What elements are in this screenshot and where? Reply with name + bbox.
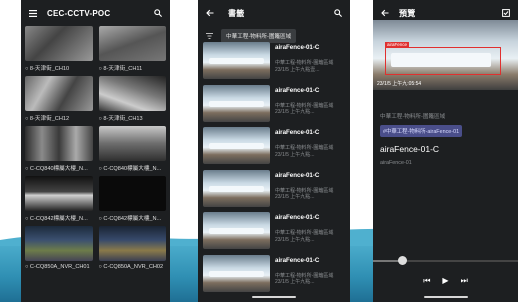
bookmark-thumbnail[interactable] — [203, 127, 270, 164]
camera-label: ○ C-CQ850A_NVR_CH02 — [98, 264, 164, 270]
item-time: 23/1/5 上午九點... — [275, 279, 315, 285]
item-name: airaFence-01-C — [275, 129, 320, 136]
play-icon[interactable]: ▶ — [442, 276, 448, 286]
camera-tile[interactable]: ○ C-CQ850A_NVR_CH02 — [98, 226, 166, 272]
camera-label: ○ 8-天津街_CH11 — [98, 66, 143, 72]
event-site: 中華工程-物料所-圍籬區域 — [380, 114, 446, 120]
bookmark-thumbnail[interactable] — [203, 254, 270, 292]
camera-thumbnail[interactable] — [98, 176, 166, 211]
camera-label: ○ C-CQ840標屬大樓_N... — [98, 166, 162, 172]
camera-thumbnail[interactable] — [98, 126, 166, 161]
item-time: 23/1/5 上午九點壹... — [275, 66, 320, 73]
phone-bookmarks: 書籤 中華工程-物料所-圍籬區域 airaFence-01-C 中華工程-物料所-… — [198, 0, 350, 302]
item-name: airaFence-01-C — [275, 214, 320, 221]
page-title: 書籤 — [228, 8, 245, 18]
previous-icon[interactable]: ⏮ — [423, 276, 430, 286]
nav-handle[interactable] — [252, 296, 296, 298]
camera-thumbnail[interactable] — [25, 26, 93, 61]
bookmark-icon[interactable] — [502, 9, 510, 17]
slider-knob[interactable] — [397, 256, 407, 265]
list-item[interactable]: airaFence-01-C 中華工程-物料所-圍籬區域 23/1/5 上午九點..… — [203, 169, 346, 213]
item-name: airaFence-01-C — [275, 86, 320, 94]
app-bar: CEC-CCTV-POC — [21, 0, 170, 26]
camera-label: ○ C-CQ842標屬大樓_N... — [98, 216, 162, 222]
bookmark-thumbnail[interactable] — [203, 169, 270, 207]
bookmark-thumbnail[interactable] — [203, 42, 270, 79]
filter-chip[interactable]: 中華工程-物料所-圍籬區域 — [221, 29, 297, 43]
camera-tile[interactable]: ○ C-CQ850A_NVR_CH01 — [25, 226, 93, 272]
camera-tile[interactable]: ○ 8-天津街_CH11 — [98, 26, 166, 74]
camera-tile[interactable]: ○ C-CQ842標屬大樓_N... — [98, 176, 166, 224]
playback-controls: ⏮ ▶ ⏭ — [373, 276, 518, 286]
camera-label: ○ C-CQ842標屬大樓_N... — [25, 216, 88, 222]
app-bar: 書籤 — [198, 0, 350, 26]
camera-label: ○ 8-天津街_CH13 — [98, 116, 143, 122]
bookmark-thumbnail[interactable] — [203, 84, 270, 122]
camera-label: ○ C-CQ840標屬大樓_N... — [25, 166, 88, 172]
event-device: airaFence-01 — [380, 160, 412, 166]
list-item[interactable]: airaFence-01-C 中華工程-物料所-圍籬區域 23/1/5 上午九點..… — [203, 212, 346, 255]
camera-tile[interactable]: ○ 8-天津街_CH12 — [25, 76, 93, 124]
event-tag[interactable]: #中華工程-物料所-airaFence-01 — [380, 125, 463, 137]
search-icon[interactable] — [334, 9, 342, 17]
camera-tile[interactable]: ○ C-CQ842標屬大樓_N... — [25, 176, 93, 224]
page-title: 預覽 — [399, 8, 416, 18]
menu-icon[interactable] — [29, 9, 37, 17]
list-item[interactable]: airaFence-01-C 中華工程-物料所-圍籬區域 23/1/5 上午九點..… — [203, 84, 346, 128]
camera-label: ○ 8-天津街_CH12 — [25, 116, 70, 122]
list-item[interactable]: airaFence-01-C 中華工程-物料所-圍籬區域 23/1/5 上午九點..… — [203, 254, 346, 298]
list-item[interactable]: airaFence-01-C 中華工程-物料所-圍籬區域 23/1/5 上午九點..… — [203, 127, 346, 170]
page-title: CEC-CCTV-POC — [47, 8, 111, 18]
back-arrow-icon[interactable] — [381, 9, 389, 17]
event-details: 中華工程-物料所-圍籬區域 #中華工程-物料所-airaFence-01 air… — [380, 94, 514, 166]
search-icon[interactable] — [154, 9, 162, 17]
item-time: 23/1/5 上午九點... — [275, 236, 315, 243]
list-item[interactable]: airaFence-01-C 中華工程-物料所-圍籬區域 23/1/5 上午九點壹.… — [203, 42, 346, 85]
camera-tile[interactable]: ○ 8-天津街_CH13 — [98, 76, 166, 124]
camera-thumbnail[interactable] — [25, 126, 93, 161]
item-time: 23/1/5 上午九點... — [275, 109, 315, 115]
detection-box — [385, 47, 501, 75]
phone-preview: 預覽 airaFence 23/1/5 上午九:05:54 中華工程-物料所-圍… — [373, 0, 518, 302]
camera-label: ○ 8-天津街_CH10 — [25, 66, 70, 72]
nav-handle[interactable] — [423, 296, 468, 298]
item-time: 23/1/5 上午九點... — [275, 194, 315, 200]
camera-label: ○ C-CQ850A_NVR_CH01 — [25, 264, 90, 270]
camera-thumbnail[interactable] — [98, 76, 166, 111]
bookmark-list: airaFence-01-C 中華工程-物料所-圍籬區域 23/1/5 上午九點壹.… — [203, 42, 346, 297]
video-player[interactable]: airaFence 23/1/5 上午九:05:54 — [373, 20, 518, 90]
camera-tile[interactable]: ○ C-CQ840標屬大樓_N... — [98, 126, 166, 174]
back-arrow-icon[interactable] — [206, 9, 214, 17]
phone-camera-list: CEC-CCTV-POC ○ 8-天津街_CH10 ○ 8-天津街_CH11 ○… — [21, 0, 170, 302]
camera-thumbnail[interactable] — [25, 76, 93, 111]
camera-grid: ○ 8-天津街_CH10 ○ 8-天津街_CH11 ○ 8-天津街_CH12 ○… — [25, 26, 166, 272]
item-name: airaFence-01-C — [275, 171, 320, 179]
camera-tile[interactable]: ○ 8-天津街_CH10 — [25, 26, 93, 74]
camera-thumbnail[interactable] — [98, 26, 166, 61]
bookmark-thumbnail[interactable] — [203, 212, 270, 249]
camera-thumbnail[interactable] — [25, 226, 93, 261]
detection-label: airaFence — [385, 42, 410, 47]
event-name: airaFence-01-C — [380, 144, 440, 154]
filter-icon[interactable] — [206, 33, 213, 39]
camera-tile[interactable]: ○ C-CQ840標屬大樓_N... — [25, 126, 93, 174]
item-name: airaFence-01-C — [275, 44, 320, 51]
camera-thumbnail[interactable] — [98, 226, 166, 261]
camera-thumbnail[interactable] — [25, 176, 93, 211]
video-timestamp: 23/1/5 上午九:05:54 — [377, 81, 422, 87]
playback-slider[interactable] — [373, 256, 518, 265]
item-time: 23/1/5 上午九點... — [275, 151, 315, 158]
item-name: airaFence-01-C — [275, 256, 320, 264]
next-icon[interactable]: ⏭ — [461, 276, 468, 286]
